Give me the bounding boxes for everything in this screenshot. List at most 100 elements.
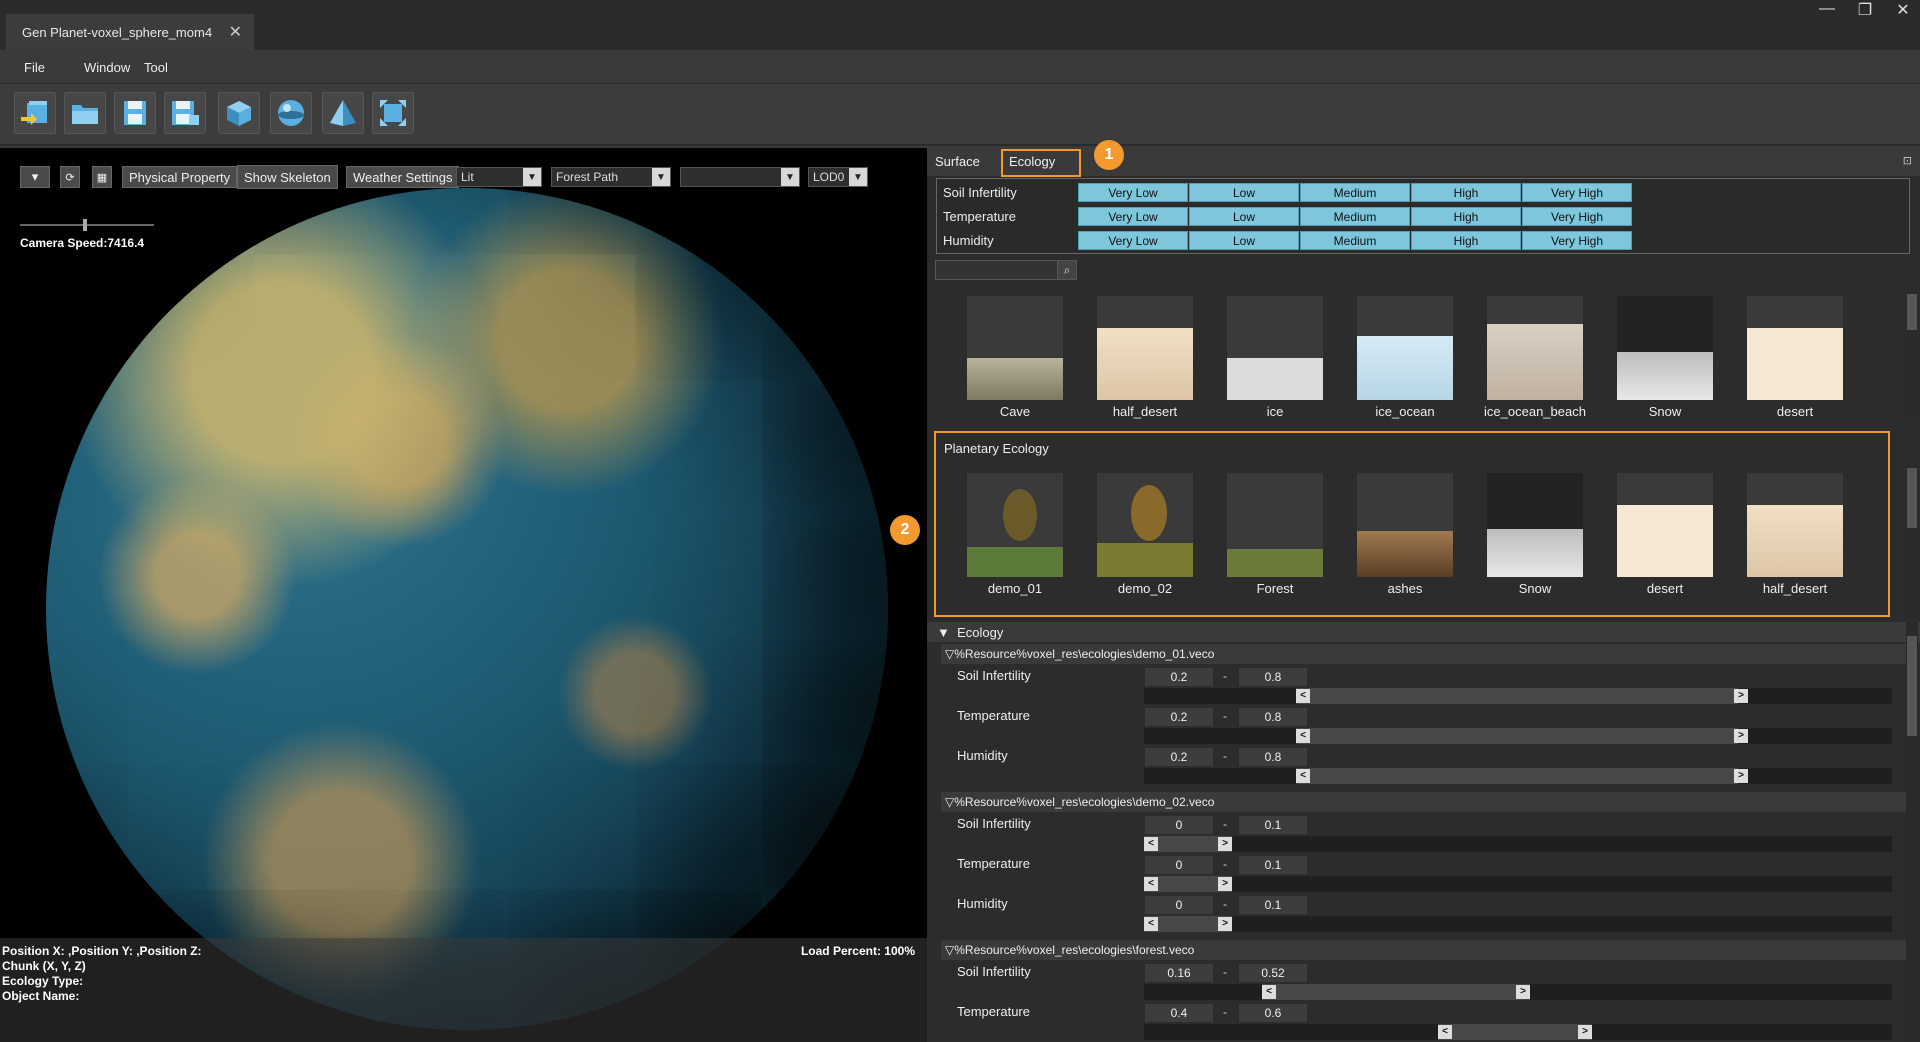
pyramid-button[interactable] — [322, 92, 364, 134]
weather-settings-button[interactable]: Weather Settings — [346, 166, 460, 188]
param-range-slider[interactable]: < > — [1144, 768, 1892, 784]
condition-cell[interactable]: Very High — [1522, 231, 1632, 250]
open-button[interactable] — [64, 92, 106, 134]
sphere-button[interactable] — [270, 92, 312, 134]
param-max-input[interactable]: 0.52 — [1239, 964, 1307, 982]
ecology-thumb[interactable]: Forest — [1227, 473, 1323, 596]
menu-file[interactable]: File — [24, 60, 45, 75]
range-min-handle[interactable]: < — [1438, 1025, 1452, 1039]
ecology-file-header[interactable]: ▽%Resource%voxel_res\ecologies\demo_02.v… — [941, 792, 1907, 812]
ecology-section-header[interactable]: ▼ Ecology — [927, 622, 1920, 642]
range-min-handle[interactable]: < — [1144, 837, 1158, 851]
condition-cell[interactable]: Very Low — [1078, 207, 1188, 226]
viewport-menu-button[interactable]: ▾ — [20, 166, 50, 188]
close-tab-icon[interactable]: ✕ — [229, 22, 242, 42]
ecology-thumb[interactable]: Snow — [1487, 473, 1583, 596]
save-button[interactable] — [114, 92, 156, 134]
range-max-handle[interactable]: > — [1218, 837, 1232, 851]
ecology-file-header[interactable]: ▽%Resource%voxel_res\ecologies\demo_01.v… — [941, 644, 1907, 664]
condition-cell[interactable]: Very Low — [1078, 183, 1188, 202]
import-button[interactable] — [14, 92, 56, 134]
empty-select[interactable]: ▼ — [680, 167, 800, 187]
surface-thumb[interactable]: ice_ocean — [1357, 296, 1453, 419]
param-range-slider[interactable]: < > — [1144, 688, 1892, 704]
range-max-handle[interactable]: > — [1734, 689, 1748, 703]
physical-property-button[interactable]: Physical Property — [122, 166, 238, 188]
condition-cell[interactable]: High — [1411, 183, 1521, 202]
ecology-params-scrollbar[interactable] — [1906, 622, 1918, 1042]
condition-cell[interactable]: High — [1411, 231, 1521, 250]
scrollbar-thumb[interactable] — [1907, 294, 1917, 330]
ecology-thumb[interactable]: ashes — [1357, 473, 1453, 596]
param-max-input[interactable]: 0.1 — [1239, 896, 1307, 914]
param-range-slider[interactable]: < > — [1144, 836, 1892, 852]
condition-cell[interactable]: Medium — [1300, 183, 1410, 202]
surface-scrollbar[interactable] — [1906, 282, 1918, 422]
range-max-handle[interactable]: > — [1516, 985, 1530, 999]
range-min-handle[interactable]: < — [1296, 729, 1310, 743]
scrollbar-thumb[interactable] — [1907, 636, 1917, 736]
condition-cell[interactable]: High — [1411, 207, 1521, 226]
path-select[interactable]: Forest Path ▼ — [551, 167, 671, 187]
cube-button[interactable] — [218, 92, 260, 134]
ecology-thumb[interactable]: desert — [1617, 473, 1713, 596]
surface-thumb[interactable]: Cave — [967, 296, 1063, 419]
fit-view-button[interactable] — [372, 92, 414, 134]
document-tab[interactable]: Gen Planet-voxel_sphere_mom4 ✕ — [6, 14, 254, 50]
render-mode-select[interactable]: Lit ▼ — [456, 167, 542, 187]
range-min-handle[interactable]: < — [1296, 689, 1310, 703]
param-max-input[interactable]: 0.1 — [1239, 816, 1307, 834]
refresh-button[interactable]: ⟳ — [60, 166, 80, 188]
param-min-input[interactable]: 0.2 — [1145, 708, 1213, 726]
condition-cell[interactable]: Low — [1189, 231, 1299, 250]
range-min-handle[interactable]: < — [1296, 769, 1310, 783]
pin-icon[interactable]: ⊡ — [1903, 154, 1912, 167]
param-min-input[interactable]: 0.4 — [1145, 1004, 1213, 1022]
param-range-slider[interactable]: < > — [1144, 984, 1892, 1000]
param-min-input[interactable]: 0.2 — [1145, 668, 1213, 686]
surface-thumb[interactable]: half_desert — [1097, 296, 1193, 419]
range-min-handle[interactable]: < — [1144, 877, 1158, 891]
surface-thumb[interactable]: Snow — [1617, 296, 1713, 419]
viewport-3d[interactable]: ▾ ⟳ ▦ Physical Property Show Skeleton We… — [0, 148, 927, 1042]
camera-speed-slider[interactable] — [20, 219, 154, 231]
param-max-input[interactable]: 0.1 — [1239, 856, 1307, 874]
condition-cell[interactable]: Medium — [1300, 207, 1410, 226]
range-max-handle[interactable]: > — [1734, 769, 1748, 783]
scrollbar-thumb[interactable] — [1907, 468, 1917, 528]
restore-icon[interactable]: ❐ — [1856, 0, 1874, 20]
range-max-handle[interactable]: > — [1578, 1025, 1592, 1039]
show-skeleton-button[interactable]: Show Skeleton — [237, 165, 338, 189]
condition-cell[interactable]: Very Low — [1078, 231, 1188, 250]
condition-cell[interactable]: Very High — [1522, 183, 1632, 202]
condition-cell[interactable]: Low — [1189, 207, 1299, 226]
close-window-icon[interactable]: ✕ — [1894, 0, 1912, 20]
range-min-handle[interactable]: < — [1262, 985, 1276, 999]
save-as-button[interactable] — [164, 92, 206, 134]
param-max-input[interactable]: 0.8 — [1239, 668, 1307, 686]
param-range-slider[interactable]: < > — [1144, 1024, 1892, 1040]
search-input[interactable] — [935, 260, 1075, 280]
surface-thumb[interactable]: ice_ocean_beach — [1484, 296, 1586, 419]
param-min-input[interactable]: 0 — [1145, 816, 1213, 834]
param-min-input[interactable]: 0.16 — [1145, 964, 1213, 982]
grid-toggle-button[interactable]: ▦ — [92, 166, 112, 188]
param-max-input[interactable]: 0.6 — [1239, 1004, 1307, 1022]
param-min-input[interactable]: 0 — [1145, 856, 1213, 874]
ecology-thumb[interactable]: demo_01 — [967, 473, 1063, 596]
param-max-input[interactable]: 0.8 — [1239, 708, 1307, 726]
ecology-file-header[interactable]: ▽%Resource%voxel_res\ecologies\forest.ve… — [941, 940, 1907, 960]
ecology-thumbs-scrollbar[interactable] — [1906, 458, 1918, 618]
param-min-input[interactable]: 0.2 — [1145, 748, 1213, 766]
param-range-slider[interactable]: < > — [1144, 876, 1892, 892]
minimize-icon[interactable]: — — [1818, 0, 1836, 20]
condition-cell[interactable]: Very High — [1522, 207, 1632, 226]
menu-window[interactable]: Window — [84, 60, 130, 75]
range-max-handle[interactable]: > — [1218, 917, 1232, 931]
search-icon[interactable]: ⌕ — [1057, 260, 1077, 280]
menu-tool[interactable]: Tool — [144, 60, 168, 75]
surface-thumb[interactable]: desert — [1747, 296, 1843, 419]
lod-select[interactable]: LOD0 ▼ — [808, 167, 868, 187]
ecology-thumb[interactable]: demo_02 — [1097, 473, 1193, 596]
param-range-slider[interactable]: < > — [1144, 916, 1892, 932]
